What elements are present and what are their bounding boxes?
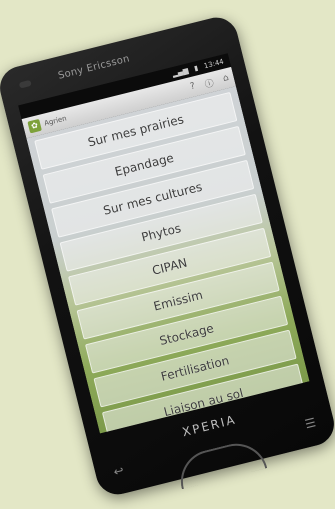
phone-screen: ▂▄▆ ▮ 13:44 ✿ Agrien ? ⓘ ⌂ Sur mes prair… — [18, 53, 310, 434]
smartphone: Sony Ericsson ▂▄▆ ▮ 13:44 ✿ Agrien ? ⓘ ⌂… — [0, 13, 335, 499]
main-menu: Sur mes prairies Epandage Sur mes cultur… — [26, 86, 310, 434]
home-icon[interactable]: ⌂ — [222, 73, 230, 84]
battery-icon: ▮ — [193, 64, 199, 73]
info-icon[interactable]: ⓘ — [203, 75, 215, 90]
earpiece — [18, 79, 32, 89]
brand-label: Sony Ericsson — [57, 53, 131, 82]
back-key-icon[interactable]: ↩ — [112, 463, 125, 479]
app-leaf-icon: ✿ — [27, 118, 42, 134]
help-icon[interactable]: ? — [189, 81, 196, 92]
menu-key-icon[interactable]: ☰ — [303, 415, 317, 431]
